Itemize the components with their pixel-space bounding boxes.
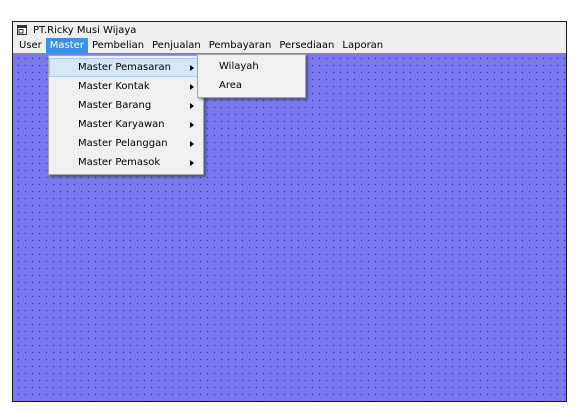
master-pemasaran-item[interactable]: Master Pemasaran [49,58,203,77]
submenu-arrow-icon [190,141,194,147]
master-karyawan-label: Master Karyawan [78,119,165,130]
master-pemasaran-label: Master Pemasaran [78,62,171,73]
master-kontak-item[interactable]: Master Kontak [49,77,203,96]
master-karyawan-item[interactable]: Master Karyawan [49,115,203,134]
menu-user[interactable]: User [15,38,46,53]
area-item[interactable]: Area [198,76,305,95]
menu-penjualan[interactable]: Penjualan [148,38,205,53]
master-pemasok-label: Master Pemasok [78,157,161,168]
submenu-arrow-icon [190,84,194,90]
submenu-arrow-icon [190,160,194,166]
wilayah-item[interactable]: Wilayah [198,57,305,76]
master-barang-label: Master Barang [78,100,152,111]
area-label: Area [219,80,243,91]
menu-laporan[interactable]: Laporan [338,38,387,53]
master-pelanggan-label: Master Pelanggan [78,138,168,149]
menu-persediaan[interactable]: Persediaan [275,38,338,53]
master-pelanggan-item[interactable]: Master Pelanggan [49,134,203,153]
menu-master[interactable]: Master [45,38,88,53]
title-bar: PT.Ricky Musi Wijaya [13,22,566,38]
window-title: PT.Ricky Musi Wijaya [33,24,137,36]
master-pemasok-item[interactable]: Master Pemasok [49,153,203,172]
app-window-icon [17,25,27,35]
submenu-arrow-icon [190,65,194,71]
submenu-arrow-icon [190,122,194,128]
menu-pembayaran[interactable]: Pembayaran [205,38,276,53]
menu-bar: User Master Pembelian Penjualan Pembayar… [13,38,566,53]
wilayah-label: Wilayah [219,61,259,72]
master-kontak-label: Master Kontak [78,81,150,92]
master-dropdown: Master Pemasaran Master Kontak Master Ba… [48,55,204,175]
pemasaran-submenu: Wilayah Area [197,54,306,98]
master-barang-item[interactable]: Master Barang [49,96,203,115]
submenu-arrow-icon [190,103,194,109]
menu-pembelian[interactable]: Pembelian [88,38,148,53]
